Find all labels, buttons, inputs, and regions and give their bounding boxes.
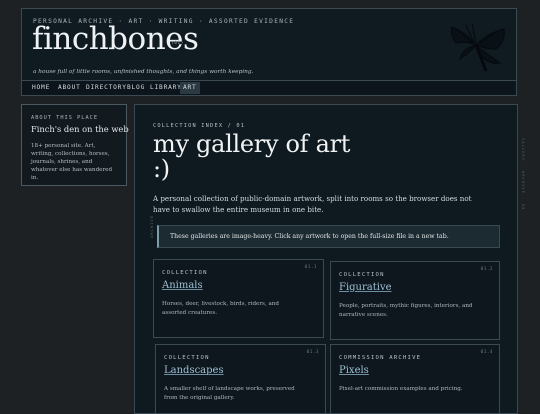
side-label: ARCHIVE <box>149 215 154 239</box>
site-title[interactable]: finchbones <box>32 24 199 55</box>
about-text: 18+ personal site. Art, writing, collect… <box>31 143 113 181</box>
nav-blog[interactable]: BLOG <box>127 84 145 91</box>
right-rail-label: GALLERY · ARCHIVE · 00 <box>521 138 526 211</box>
card-kicker: COLLECTION <box>164 355 210 361</box>
about-kicker: ABOUT THIS PLACE <box>31 115 99 121</box>
about-card: ABOUT THIS PLACE Finch's den on the web … <box>21 104 129 186</box>
card-kicker: COLLECTION <box>339 272 385 278</box>
card-number: 01.4 <box>480 350 493 355</box>
about-title: Finch's den on the web <box>31 124 129 134</box>
card-link-animals[interactable]: Animals <box>162 280 203 291</box>
nav-library[interactable]: LIBRARY <box>150 84 182 91</box>
nav-about[interactable]: ABOUT <box>58 84 81 91</box>
card-description: Horses, deer, livestock, birds, riders, … <box>162 301 279 316</box>
card-description: A smaller shelf of landscape works, pres… <box>164 386 295 401</box>
intro-text: A personal collection of public-domain a… <box>153 194 472 214</box>
card-kicker: COLLECTION <box>162 270 208 276</box>
site-subtitle: a house full of little rooms, unfinished… <box>33 69 254 75</box>
collection-card-landscapes[interactable]: COLLECTION 01.3 Landscapes A smaller she… <box>155 344 326 413</box>
nav-directory[interactable]: DIRECTORY <box>86 84 127 91</box>
notice-text: These galleries are image-heavy. Click a… <box>170 233 449 240</box>
card-link-figurative[interactable]: Figurative <box>339 282 392 293</box>
title-badge: (01) <box>171 41 184 46</box>
collection-card-animals[interactable]: COLLECTION 01.1 Animals Horses, deer, li… <box>153 259 324 338</box>
collection-card-pixels[interactable]: COMMISSION ARCHIVE 01.4 Pixels Pixel-art… <box>330 344 500 413</box>
page-title: my gallery of art :) <box>153 130 351 183</box>
card-link-pixels[interactable]: Pixels <box>339 365 369 376</box>
collection-card-figurative[interactable]: COLLECTION 01.2 Figurative People, portr… <box>330 261 500 340</box>
card-kicker: COMMISSION ARCHIVE <box>339 355 422 361</box>
card-description: Pixel-art commission examples and pricin… <box>339 386 463 392</box>
main-nav: HOME ABOUT DIRECTORY BLOG LIBRARY ART <box>21 81 517 96</box>
site-header: PERSONAL ARCHIVE · ART · WRITING · ASSOR… <box>21 8 517 81</box>
card-number: 01.2 <box>480 267 493 272</box>
collection-kicker: COLLECTION INDEX / 01 <box>153 123 246 129</box>
card-description: People, portraits, mythic figures, inter… <box>339 303 473 318</box>
card-link-landscapes[interactable]: Landscapes <box>164 365 224 376</box>
nav-art[interactable]: ART <box>180 82 200 94</box>
card-number: 01.3 <box>306 350 319 355</box>
notice-box: These galleries are image-heavy. Click a… <box>157 225 500 248</box>
gallery-panel: ARCHIVE COLLECTION INDEX / 01 my gallery… <box>134 104 518 414</box>
card-number: 01.1 <box>304 265 317 270</box>
moth-illustration-icon <box>451 22 505 72</box>
nav-home[interactable]: HOME <box>32 84 50 91</box>
